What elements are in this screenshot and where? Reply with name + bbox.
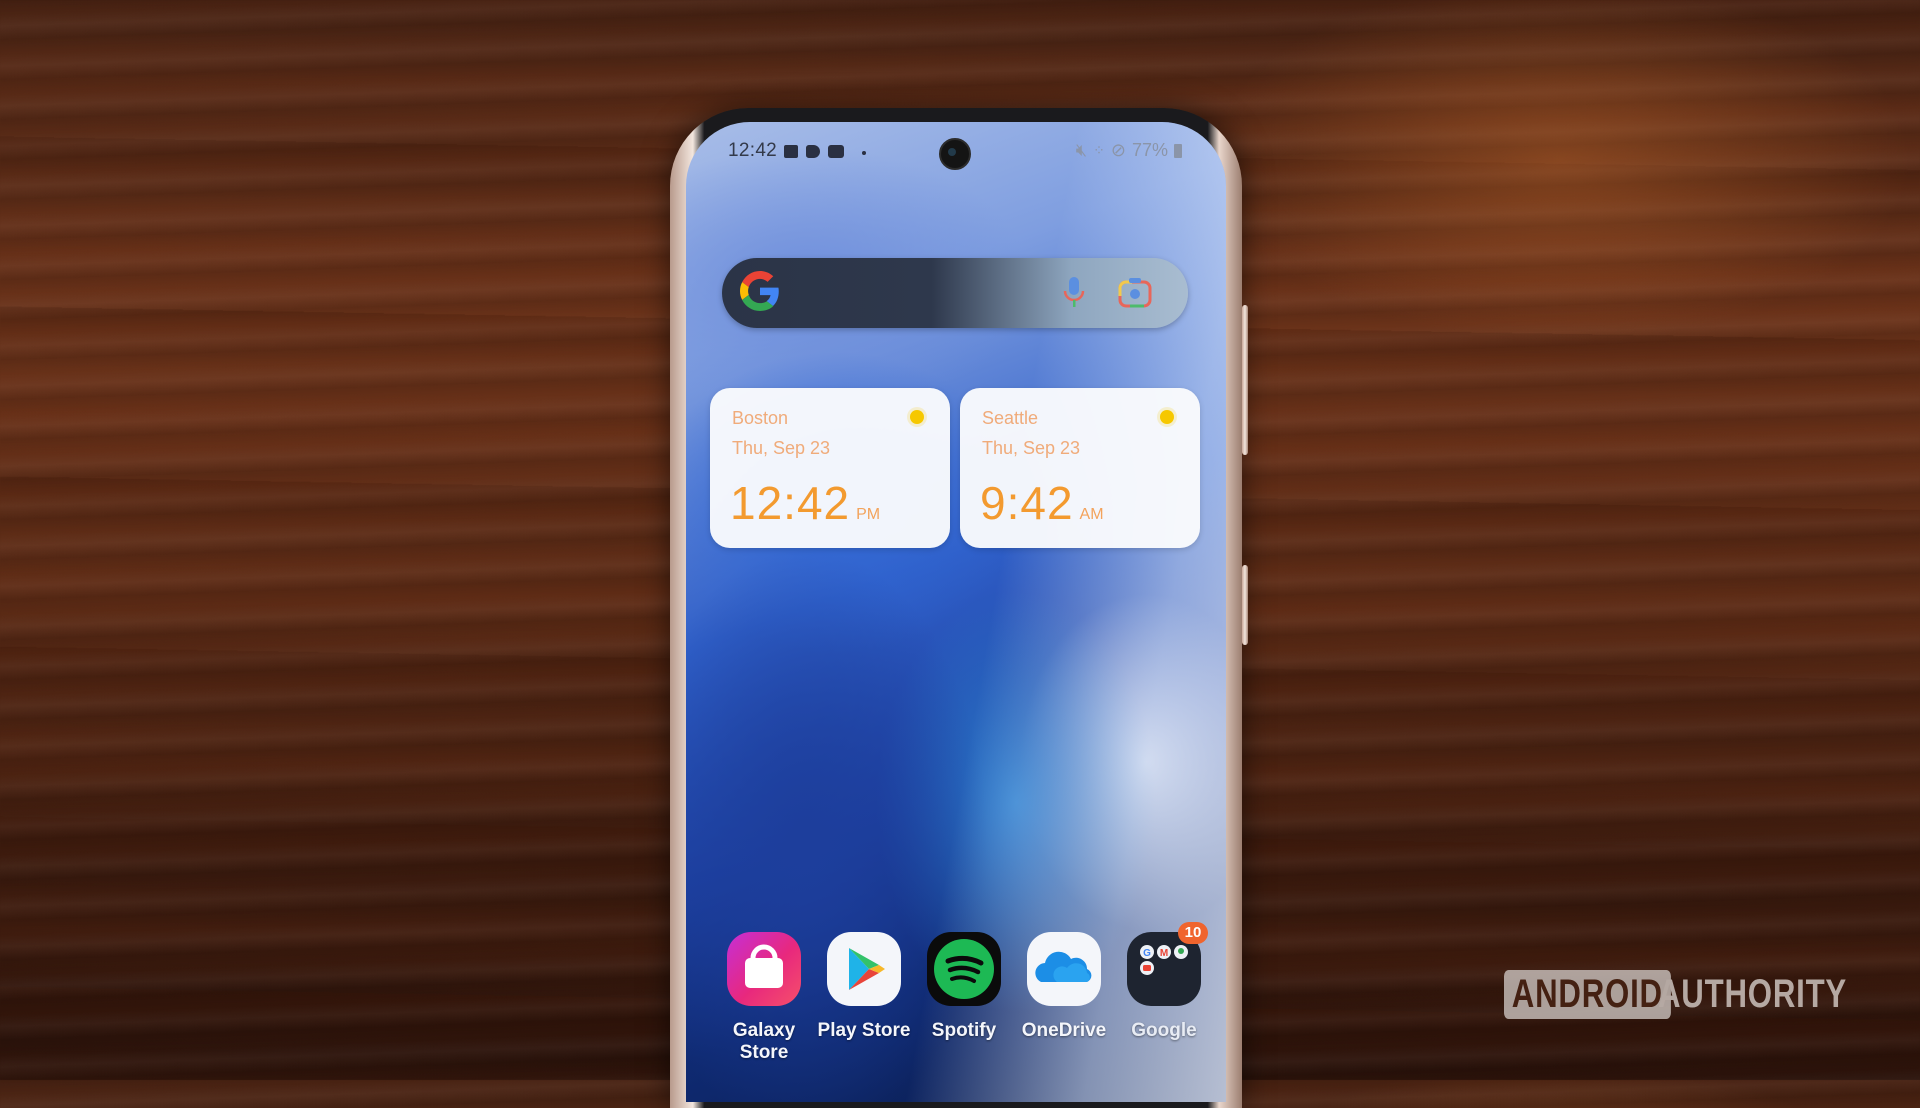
- app-label: OneDrive: [1021, 1020, 1107, 1041]
- wifi-icon: ⁘: [1093, 142, 1105, 158]
- google-search-bar[interactable]: [722, 258, 1188, 328]
- more-dot-icon: [862, 151, 866, 155]
- widget-ampm: PM: [856, 506, 881, 523]
- google-g-icon: [740, 271, 779, 311]
- app-spotify[interactable]: Spotify: [914, 932, 1014, 1042]
- app-label: Play Store: [817, 1020, 911, 1041]
- microphone-icon[interactable]: [1062, 275, 1086, 311]
- widget-city: Seattle: [982, 408, 1039, 428]
- battery-icon: [1174, 143, 1182, 158]
- svg-text:G: G: [1143, 948, 1151, 959]
- app-onedrive[interactable]: OneDrive: [1014, 932, 1114, 1042]
- widget-date: Thu, Sep 23: [982, 438, 1081, 458]
- app-folder-google[interactable]: 10 G M Google: [1114, 922, 1214, 1042]
- watermark-text: AUTHORITY: [1657, 972, 1847, 1016]
- gallery-icon: [784, 145, 798, 158]
- volume-button: [1242, 565, 1248, 645]
- app-label: Spotify: [931, 1020, 997, 1041]
- sun-icon: [1160, 410, 1174, 424]
- onedrive-icon: [1027, 932, 1101, 1006]
- mute-icon: 🔇︎: [1075, 140, 1088, 160]
- app-label: Galaxy Store: [714, 1020, 814, 1064]
- battery-percent: 77%: [1131, 140, 1168, 160]
- widget-city: Boston: [732, 408, 789, 428]
- sun-icon: [910, 410, 924, 424]
- watermark-boxed-text: ANDROID: [1504, 970, 1671, 1019]
- widget-date: Thu, Sep 23: [732, 438, 831, 458]
- app-label-line2: Store: [739, 1042, 789, 1063]
- app-galaxy-store[interactable]: Galaxy Store: [714, 932, 814, 1064]
- svg-text:M: M: [1160, 948, 1168, 959]
- widget-time-value: 9:42: [980, 477, 1074, 529]
- play-store-icon: [827, 932, 901, 1006]
- notification-badge: 10: [1178, 922, 1208, 944]
- youtube-icon: [828, 145, 844, 158]
- android-authority-watermark: ANDROID AUTHORITY: [1504, 970, 1900, 1019]
- google-lens-icon[interactable]: [1118, 276, 1152, 308]
- status-right: 🔇︎ ⁘ ⊘ 77%: [1076, 140, 1182, 161]
- widget-time: 12:42 PM: [730, 476, 880, 530]
- widget-time: 9:42 AM: [980, 476, 1104, 530]
- app-play-store[interactable]: Play Store: [814, 932, 914, 1042]
- clock-widget-seattle[interactable]: Seattle Thu, Sep 23 9:42 AM: [960, 388, 1200, 548]
- widget-time-value: 12:42: [730, 477, 851, 529]
- power-button: [1242, 305, 1248, 455]
- front-camera: [939, 138, 971, 170]
- app-label-line1: Galaxy: [732, 1020, 796, 1041]
- home-screen: 12:42 🔇︎ ⁘ ⊘ 77% Boston Thu, Sep 23 12:4…: [686, 122, 1226, 1102]
- app-label: Google: [1131, 1020, 1197, 1041]
- galaxy-store-icon: [727, 932, 801, 1006]
- do-not-disturb-icon: ⊘: [1110, 140, 1126, 160]
- status-time: 12:42: [728, 140, 778, 161]
- clock-widget-boston[interactable]: Boston Thu, Sep 23 12:42 PM: [710, 388, 950, 548]
- notification-app-icon: [806, 145, 820, 158]
- widget-ampm: AM: [1079, 506, 1104, 523]
- spotify-icon: [927, 932, 1001, 1006]
